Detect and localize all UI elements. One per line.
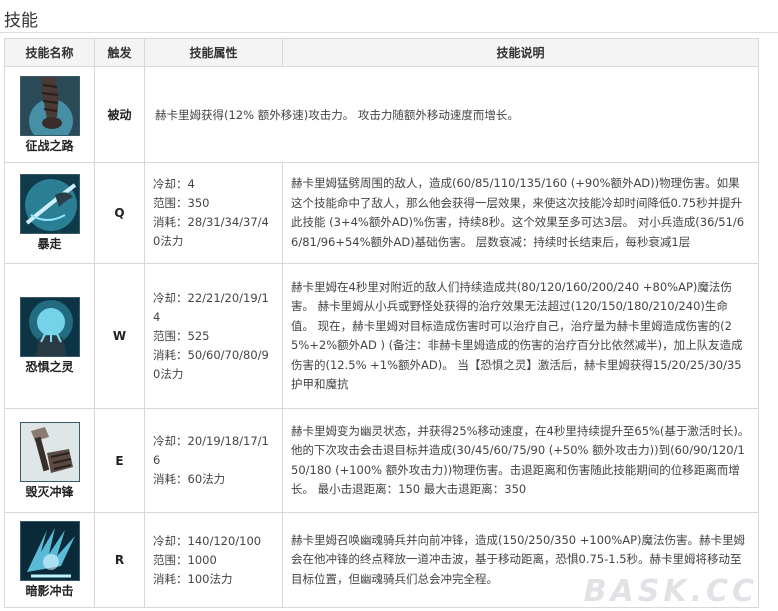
skill-name: 暴走	[37, 237, 62, 251]
skill-name-cell: 毁灭冲锋	[4, 408, 95, 513]
table-row: 恐惧之灵 W 冷却：22/21/20/19/14 范围：525 消耗：50/60…	[4, 263, 759, 409]
title-divider	[0, 32, 778, 33]
skill-description: 赫卡里姆猛劈周围的敌人，造成(60/85/110/135/160 (+90%额外…	[282, 162, 759, 264]
cooldown-value: 冷却：140/120/100	[153, 533, 262, 548]
skill-name: 征战之路	[25, 138, 74, 153]
passive-arm-icon	[19, 75, 80, 136]
skill-trigger: R	[94, 512, 145, 608]
skill-attributes: 冷却：140/120/100 范围：1000 消耗：100法力	[144, 512, 283, 608]
skill-description: 赫卡里姆在4秒里对附近的敌人们持续造成共(80/120/160/200/240 …	[282, 263, 759, 409]
skill-attributes: 冷却：4 范围：350 消耗：28/31/34/37/40法力	[144, 162, 283, 264]
section-title: 技能	[4, 11, 38, 31]
skill-name-cell: 暴走	[4, 162, 95, 264]
cost-value: 消耗：100法力	[153, 571, 233, 586]
header-row: 技能名称 触发 技能属性 技能说明	[4, 38, 759, 67]
range-value: 范围：525	[153, 328, 210, 343]
skill-name-cell: 暗影冲击	[4, 512, 95, 608]
header-trigger: 触发	[94, 38, 145, 67]
skill-attributes: 冷却：22/21/20/19/14 范围：525 消耗：50/60/70/80/…	[144, 263, 283, 409]
watermark: BASK.CC	[583, 574, 758, 609]
table-row: 暴走 Q 冷却：4 范围：350 消耗：28/31/34/37/40法力 赫卡里…	[4, 162, 759, 264]
onslaught-of-shadows-icon	[19, 521, 80, 581]
skill-name-cell: 征战之路	[4, 66, 95, 163]
skill-name: 暗影冲击	[25, 584, 74, 598]
skill-name: 恐惧之灵	[25, 360, 74, 374]
cost-value: 消耗：28/31/34/37/40法力	[153, 215, 269, 248]
devastating-charge-icon	[19, 421, 80, 482]
skill-trigger: Q	[94, 162, 145, 264]
skill-name: 毁灭冲锋	[25, 484, 74, 499]
skill-trigger: W	[94, 263, 145, 409]
spirit-of-dread-icon	[19, 297, 80, 357]
cooldown-value: 冷却：4	[153, 177, 195, 191]
header-attributes: 技能属性	[144, 38, 283, 67]
skill-description: 赫卡里姆变为幽灵状态，并获得25%移动速度，在4秒里持续提升至65%(基于激活时…	[282, 408, 759, 513]
cooldown-value: 冷却：20/19/18/17/16	[153, 434, 269, 467]
skills-table: 技能名称 触发 技能属性 技能说明 征战之路 被动 赫卡里姆获得(12% 额外移…	[4, 38, 759, 608]
header-skill-name: 技能名称	[4, 38, 95, 67]
skill-trigger: 被动	[94, 66, 145, 163]
header-description: 技能说明	[282, 38, 759, 67]
rampage-blade-icon	[19, 174, 80, 234]
cost-value: 消耗：60法力	[153, 472, 226, 486]
range-value: 范围：350	[153, 196, 210, 210]
range-value: 范围：1000	[153, 552, 217, 567]
table-row: 毁灭冲锋 E 冷却：20/19/18/17/16 消耗：60法力 赫卡里姆变为幽…	[4, 408, 759, 513]
skill-attributes: 冷却：20/19/18/17/16 消耗：60法力	[144, 408, 283, 513]
skill-trigger: E	[94, 408, 145, 513]
skill-name-cell: 恐惧之灵	[4, 263, 95, 409]
cost-value: 消耗：50/60/70/80/90法力	[153, 347, 269, 381]
table-row: 征战之路 被动 赫卡里姆获得(12% 额外移速)攻击力。 攻击力随额外移动速度而…	[4, 66, 759, 163]
cooldown-value: 冷却：22/21/20/19/14	[153, 290, 269, 324]
skill-description: 赫卡里姆获得(12% 额外移速)攻击力。 攻击力随额外移动速度而增长。	[144, 66, 759, 163]
